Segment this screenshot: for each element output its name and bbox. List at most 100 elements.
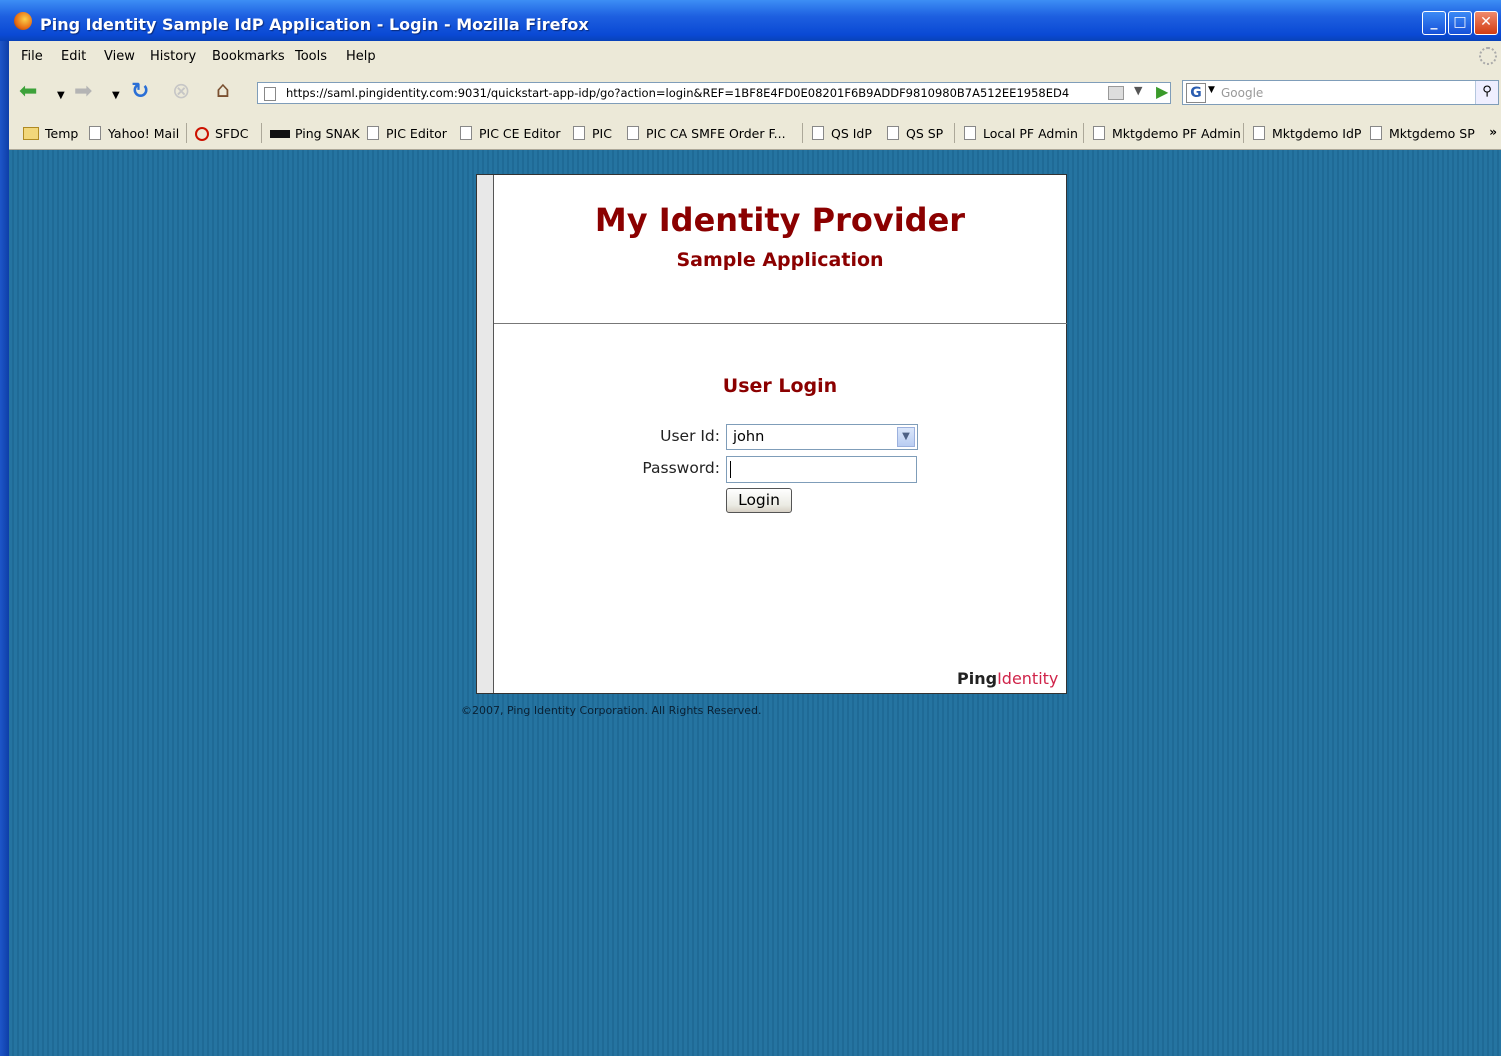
bookmark-local-pf-admin[interactable]: Local PF Admin bbox=[964, 126, 1078, 141]
bookmark-label: QS SP bbox=[906, 126, 944, 141]
page-icon bbox=[1370, 126, 1382, 140]
bookmark-label: Mktgdemo SP bbox=[1389, 126, 1475, 141]
home-icon[interactable]: ⌂ bbox=[216, 80, 230, 102]
login-panel: My Identity Provider Sample Application … bbox=[476, 174, 1067, 694]
forward-history-dropdown-icon[interactable]: ▼ bbox=[112, 85, 120, 107]
close-button[interactable]: ✕ bbox=[1474, 11, 1498, 35]
page-subtitle: Sample Application bbox=[676, 249, 884, 271]
url-text[interactable]: https://saml.pingidentity.com:9031/quick… bbox=[286, 86, 1096, 100]
window-title-bar: Ping Identity Sample IdP Application - L… bbox=[0, 0, 1501, 41]
reload-icon[interactable]: ↻ bbox=[131, 81, 149, 103]
ping-identity-logo: PingIdentity bbox=[957, 669, 1058, 688]
bookmark-label: PIC CE Editor bbox=[479, 126, 561, 141]
bookmark-separator bbox=[954, 123, 955, 143]
bookmark-pic[interactable]: PIC bbox=[573, 126, 612, 141]
bookmarks-toolbar: Temp Yahoo! Mail SFDC Ping SNAK PIC Edit… bbox=[9, 117, 1501, 150]
more-bookmarks-chevron-icon[interactable]: » bbox=[1489, 125, 1497, 139]
page-title: My Identity Provider bbox=[594, 201, 966, 239]
firefox-icon bbox=[14, 12, 32, 30]
navigation-toolbar: ⬅ ▼ ➡ ▼ ↻ ⊗ ⌂ https://saml.pingidentity.… bbox=[9, 72, 1501, 117]
bookmark-mktgdemo-pf-admin[interactable]: Mktgdemo PF Admin bbox=[1093, 126, 1241, 141]
panel-side-strip bbox=[477, 175, 494, 693]
userid-value: john bbox=[733, 429, 765, 445]
bookmark-pic-ca-smfe[interactable]: PIC CA SMFE Order F... bbox=[627, 126, 786, 141]
menu-edit[interactable]: Edit bbox=[61, 49, 86, 64]
menu-bar: File Edit View History Bookmarks Tools H… bbox=[9, 41, 1501, 72]
search-magnifier-icon[interactable]: ⚲ bbox=[1475, 81, 1498, 104]
search-engine-dropdown-icon[interactable]: ▼ bbox=[1208, 85, 1215, 95]
menu-history[interactable]: History bbox=[150, 49, 196, 64]
menu-view[interactable]: View bbox=[104, 49, 135, 64]
bookmark-label: QS IdP bbox=[831, 126, 872, 141]
bookmark-mktgdemo-sp[interactable]: Mktgdemo SP bbox=[1370, 126, 1475, 141]
login-heading: User Login bbox=[722, 375, 838, 397]
page-icon bbox=[367, 126, 379, 140]
bookmark-pic-editor[interactable]: PIC Editor bbox=[367, 126, 447, 141]
page-icon bbox=[1253, 126, 1265, 140]
page-icon bbox=[573, 126, 585, 140]
menu-help[interactable]: Help bbox=[346, 49, 376, 64]
bookmark-separator bbox=[186, 123, 187, 143]
stop-icon[interactable]: ⊗ bbox=[172, 81, 190, 103]
bookmark-sfdc[interactable]: SFDC bbox=[195, 126, 248, 141]
sfdc-icon bbox=[195, 127, 209, 141]
chevron-down-icon[interactable]: ▼ bbox=[897, 427, 915, 447]
page-icon bbox=[887, 126, 899, 140]
menu-tools[interactable]: Tools bbox=[295, 49, 327, 64]
menu-bookmarks[interactable]: Bookmarks bbox=[212, 49, 285, 64]
window-title: Ping Identity Sample IdP Application - L… bbox=[40, 15, 589, 34]
window-left-border bbox=[0, 41, 9, 1056]
page-icon bbox=[812, 126, 824, 140]
page-content: My Identity Provider Sample Application … bbox=[9, 150, 1501, 1056]
bookmark-yahoo-mail[interactable]: Yahoo! Mail bbox=[89, 126, 179, 141]
bookmark-label: Mktgdemo PF Admin bbox=[1112, 126, 1241, 141]
bookmark-mktgdemo-idp[interactable]: Mktgdemo IdP bbox=[1253, 126, 1361, 141]
page-icon bbox=[89, 126, 101, 140]
snak-icon bbox=[270, 130, 290, 138]
bookmark-label: Yahoo! Mail bbox=[108, 126, 180, 141]
bookmark-pic-ce-editor[interactable]: PIC CE Editor bbox=[460, 126, 561, 141]
address-bar[interactable]: https://saml.pingidentity.com:9031/quick… bbox=[257, 82, 1171, 104]
text-caret bbox=[730, 461, 731, 478]
minimize-button[interactable]: _ bbox=[1422, 11, 1446, 35]
userid-label: User Id: bbox=[660, 427, 720, 445]
menu-file[interactable]: File bbox=[21, 49, 43, 64]
bookmark-temp[interactable]: Temp bbox=[23, 126, 78, 141]
url-dropdown-icon[interactable]: ▼ bbox=[1134, 84, 1142, 97]
page-icon bbox=[460, 126, 472, 140]
search-box[interactable]: G ▼ Google ⚲ bbox=[1182, 80, 1499, 105]
folder-icon bbox=[23, 127, 39, 140]
site-identity-icon[interactable] bbox=[1108, 86, 1124, 100]
password-label: Password: bbox=[642, 459, 720, 477]
bookmark-label: Mktgdemo IdP bbox=[1272, 126, 1362, 141]
forward-arrow-icon[interactable]: ➡ bbox=[74, 81, 92, 103]
logo-ping-text: Ping bbox=[957, 669, 998, 688]
google-search-engine-icon[interactable]: G bbox=[1186, 83, 1206, 103]
bookmark-ping-snak[interactable]: Ping SNAK bbox=[270, 126, 360, 141]
bookmark-label: SFDC bbox=[215, 126, 249, 141]
bookmark-separator bbox=[1243, 123, 1244, 143]
bookmark-qs-sp[interactable]: QS SP bbox=[887, 126, 943, 141]
page-icon bbox=[1093, 126, 1105, 140]
password-field[interactable] bbox=[726, 456, 917, 483]
bookmark-label: PIC CA SMFE Order F... bbox=[646, 126, 786, 141]
bookmark-label: PIC Editor bbox=[386, 126, 447, 141]
header-divider bbox=[494, 323, 1067, 324]
bookmark-qs-idp[interactable]: QS IdP bbox=[812, 126, 872, 141]
back-history-dropdown-icon[interactable]: ▼ bbox=[57, 85, 65, 107]
userid-select[interactable]: john ▼ bbox=[726, 424, 918, 450]
page-icon bbox=[964, 126, 976, 140]
page-icon bbox=[627, 126, 639, 140]
bookmark-separator bbox=[1083, 123, 1084, 143]
maximize-button[interactable]: □ bbox=[1448, 11, 1472, 35]
bookmark-label: Ping SNAK bbox=[295, 126, 360, 141]
bookmark-separator bbox=[261, 123, 262, 143]
logo-identity-text: Identity bbox=[997, 669, 1059, 688]
search-placeholder: Google bbox=[1221, 86, 1264, 100]
bookmark-label: Local PF Admin bbox=[983, 126, 1078, 141]
copyright-text: ©2007, Ping Identity Corporation. All Ri… bbox=[461, 704, 762, 717]
back-arrow-icon[interactable]: ⬅ bbox=[19, 81, 37, 103]
activity-throbber-icon bbox=[1479, 47, 1497, 65]
login-button[interactable]: Login bbox=[726, 488, 792, 513]
go-arrow-icon[interactable]: ▶ bbox=[1156, 82, 1168, 101]
